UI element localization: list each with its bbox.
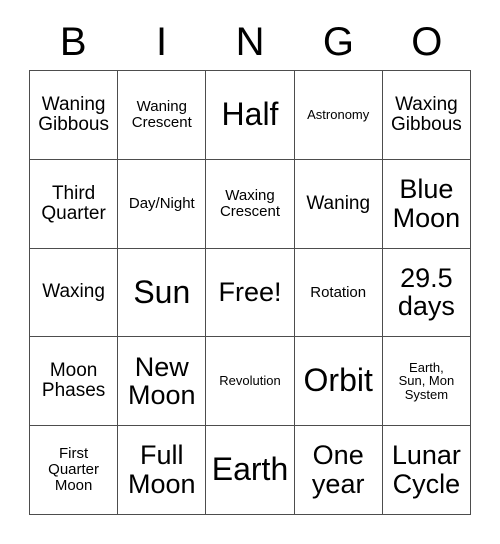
bingo-cell-r1c5[interactable]: Waxing Gibbous (382, 71, 471, 160)
bingo-cell-label: Waning Gibbous (38, 93, 109, 135)
bingo-header-letter-o: O (411, 20, 443, 64)
bingo-cell-r4c5[interactable]: Earth, Sun, Mon System (382, 337, 471, 427)
bingo-cell-label: Waxing (42, 281, 105, 303)
bingo-cell-label: Rotation (310, 283, 367, 301)
bingo-cell-r2c4[interactable]: Waning (294, 159, 383, 249)
bingo-cell-r3c2[interactable]: Sun (118, 248, 207, 338)
bingo-header-letter-b: B (59, 20, 87, 64)
bingo-cell-label: New Moon (128, 351, 196, 411)
bingo-header-letter-n: N (235, 20, 265, 64)
bingo-cell-label: Waning (306, 192, 371, 214)
bingo-card: B I N G O Waning Gibbous Waning Crescent H… (0, 0, 500, 544)
bingo-header-letter-i: I (156, 20, 168, 64)
bingo-cell-label: Earth (211, 451, 289, 488)
bingo-cell-label: Moon Phases (41, 360, 106, 402)
bingo-cell-r3c4[interactable]: Rotation (294, 248, 383, 338)
bingo-cell-label: Day/Night (128, 194, 195, 212)
bingo-cell-r5c1[interactable]: First Quarter Moon (30, 426, 119, 515)
bingo-cell-label: Astronomy (307, 107, 370, 123)
bingo-cell-r3c1[interactable]: Waxing (30, 248, 119, 338)
bingo-cell-label: 29.5 days (397, 262, 455, 322)
bingo-cell-r1c4[interactable]: Astronomy (294, 71, 383, 160)
bingo-cell-label: Lunar Cycle (391, 440, 461, 500)
bingo-cell-label: Third Quarter (41, 182, 106, 224)
bingo-grid: Waning Gibbous Waning Crescent Half Astrono… (29, 70, 471, 515)
bingo-cell-r3c3[interactable]: Free! (206, 248, 295, 338)
bingo-cell-label: Waxing Gibbous (391, 93, 462, 135)
bingo-cell-r5c2[interactable]: Full Moon (118, 426, 207, 515)
bingo-cell-r4c1[interactable]: Moon Phases (30, 337, 119, 427)
bingo-cell-r1c2[interactable]: Waning Crescent (118, 71, 207, 160)
bingo-cell-r5c5[interactable]: Lunar Cycle (382, 426, 471, 515)
bingo-cell-label: Sun (133, 273, 191, 310)
bingo-cell-r4c3[interactable]: Revolution (206, 337, 295, 427)
bingo-cell-r2c1[interactable]: Third Quarter (30, 159, 119, 249)
bingo-cell-label: Revolution (219, 373, 281, 389)
bingo-cell-r2c2[interactable]: Day/Night (118, 159, 207, 249)
bingo-cell-label: Free! (218, 277, 282, 308)
bingo-cell-r4c2[interactable]: New Moon (118, 337, 207, 427)
bingo-cell-r5c4[interactable]: One year (294, 426, 383, 515)
bingo-cell-label: One year (311, 440, 365, 500)
bingo-cell-r1c1[interactable]: Waning Gibbous (30, 71, 119, 160)
bingo-cell-label: Orbit (303, 362, 373, 399)
bingo-cell-label: Half (221, 95, 279, 132)
bingo-header-letter-g: G (322, 20, 354, 64)
bingo-cell-label: Full Moon (128, 440, 196, 500)
bingo-header-row: B I N G O (29, 14, 471, 70)
bingo-cell-label: Earth, Sun, Mon System (398, 359, 455, 403)
bingo-cell-r1c3[interactable]: Half (206, 71, 295, 160)
bingo-cell-r5c3[interactable]: Earth (206, 426, 295, 515)
bingo-cell-r4c4[interactable]: Orbit (294, 337, 383, 427)
bingo-cell-label: First Quarter Moon (48, 445, 100, 495)
bingo-cell-label: Waxing Crescent (219, 186, 280, 220)
bingo-cell-r3c5[interactable]: 29.5 days (382, 248, 471, 338)
bingo-cell-r2c5[interactable]: Blue Moon (382, 159, 471, 249)
bingo-cell-r2c3[interactable]: Waxing Crescent (206, 159, 295, 249)
bingo-cell-label: Blue Moon (392, 174, 461, 233)
bingo-cell-label: Waning Crescent (131, 98, 192, 131)
